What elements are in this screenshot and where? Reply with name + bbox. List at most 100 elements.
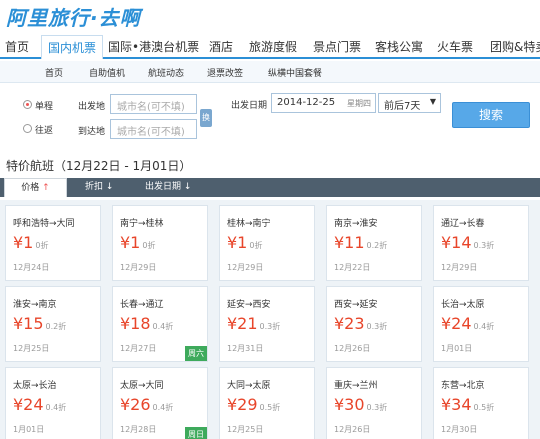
site-logo[interactable]: 阿里旅行·去啊: [6, 2, 141, 30]
deal-card[interactable]: 长春→通辽 ¥18 0.4折 12月27日 周六: [112, 286, 208, 362]
deal-discount: 0折: [249, 241, 263, 250]
deal-date: 12月24日: [13, 263, 50, 272]
deal-route: 呼和浩特→大同: [13, 219, 75, 229]
nav-inns[interactable]: 客栈公寓: [375, 38, 423, 55]
nav-domestic-flights[interactable]: 国内机票: [41, 35, 104, 59]
sort-date[interactable]: 出发日期 ↓: [145, 178, 191, 197]
deal-price-value: ¥1: [120, 233, 141, 252]
deal-date: 12月29日: [441, 263, 478, 272]
date-label: 出发日期: [231, 101, 268, 111]
deal-card[interactable]: 长治→太原 ¥24 0.4折 1月01日: [433, 286, 529, 362]
deal-card[interactable]: 南宁→桂林 ¥1 0折 12月29日: [112, 205, 208, 281]
deal-route: 东营→北京: [441, 381, 485, 391]
deal-card[interactable]: 呼和浩特→大同 ¥1 0折 12月24日: [5, 205, 101, 281]
deal-price-value: ¥15: [13, 314, 44, 333]
deal-card[interactable]: 东营→北京 ¥34 0.5折 12月30日: [433, 367, 529, 439]
deal-card[interactable]: 通辽→长春 ¥14 0.3折 12月29日: [433, 205, 529, 281]
sort-price-label: 价格: [21, 183, 40, 193]
radio-oneway[interactable]: [23, 100, 32, 109]
deal-card[interactable]: 大同→太原 ¥29 0.5折 12月25日: [219, 367, 315, 439]
deal-route: 重庆→兰州: [334, 381, 378, 391]
deal-price-value: ¥23: [334, 314, 365, 333]
deal-discount: 0.5折: [259, 403, 281, 412]
sort-price[interactable]: 价格 ↑: [4, 178, 67, 197]
to-label: 到达地: [78, 127, 106, 137]
subnav-flight-status[interactable]: 航班动态: [148, 66, 184, 79]
nav-deals[interactable]: 团购&特卖: [490, 38, 540, 55]
deal-route: 延安→西安: [227, 300, 271, 310]
deal-card[interactable]: 淮安→南京 ¥15 0.2折 12月25日: [5, 286, 101, 362]
date-value: 2014-12-25: [277, 97, 336, 108]
nav-vacation[interactable]: 旅游度假: [249, 38, 297, 55]
radio-roundtrip[interactable]: [23, 124, 32, 133]
deal-price-value: ¥26: [120, 395, 151, 414]
deal-route: 太原→大同: [120, 381, 164, 391]
nav-home[interactable]: 首页: [5, 38, 29, 55]
deal-discount: 0.3折: [366, 322, 388, 331]
deal-card[interactable]: 重庆→兰州 ¥30 0.3折 12月26日: [326, 367, 422, 439]
subnav-checkin[interactable]: 自助值机: [89, 66, 125, 79]
deal-discount: 0.2折: [366, 241, 388, 250]
deal-date: 1月01日: [13, 425, 45, 434]
swap-cities-button[interactable]: 换: [200, 109, 212, 127]
deal-date: 12月22日: [334, 263, 371, 272]
arrow-up-icon: ↑: [42, 183, 50, 193]
sort-date-label: 出发日期: [145, 182, 182, 192]
deal-date: 12月29日: [120, 263, 157, 272]
sub-nav: 首页 自助值机 航班动态 退票改签 纵横中国套餐: [0, 61, 540, 83]
deal-price-value: ¥30: [334, 395, 365, 414]
deal-price: ¥1 0折: [227, 233, 262, 252]
nav-trains[interactable]: 火车票: [437, 38, 473, 55]
deal-price: ¥18 0.4折: [120, 314, 173, 333]
departure-date-input[interactable]: 2014-12-25 星期四: [271, 93, 376, 113]
sort-bar: 价格 ↑ 折扣 ↓ 出发日期 ↓: [0, 178, 540, 197]
deal-price: ¥1 0折: [120, 233, 155, 252]
deal-price-value: ¥1: [13, 233, 34, 252]
deal-price-value: ¥11: [334, 233, 365, 252]
deal-card[interactable]: 西安→延安 ¥23 0.3折 12月26日: [326, 286, 422, 362]
deal-date: 12月31日: [227, 344, 264, 353]
deal-card[interactable]: 太原→大同 ¥26 0.4折 12月28日 周日: [112, 367, 208, 439]
deal-route: 淮安→南京: [13, 300, 57, 310]
search-button[interactable]: 搜索: [452, 102, 530, 128]
deal-card[interactable]: 南京→淮安 ¥11 0.2折 12月22日: [326, 205, 422, 281]
deal-price-value: ¥18: [120, 314, 151, 333]
nav-hotels[interactable]: 酒店: [209, 38, 233, 55]
subnav-home[interactable]: 首页: [45, 66, 63, 79]
subnav-packages[interactable]: 纵横中国套餐: [268, 66, 322, 79]
deal-price-value: ¥24: [441, 314, 472, 333]
deal-card[interactable]: 桂林→南宁 ¥1 0折 12月29日: [219, 205, 315, 281]
deal-price: ¥14 0.3折: [441, 233, 494, 252]
from-input[interactable]: 城市名(可不填): [110, 94, 197, 114]
date-range-select[interactable]: 前后7天 ▼: [378, 93, 441, 113]
sort-discount-label: 折扣: [85, 182, 104, 192]
deal-card[interactable]: 太原→长治 ¥24 0.4折 1月01日: [5, 367, 101, 439]
deal-date: 12月25日: [227, 425, 264, 434]
deal-date: 12月26日: [334, 344, 371, 353]
nav-attractions[interactable]: 景点门票: [313, 38, 361, 55]
deal-route: 桂林→南宁: [227, 219, 271, 229]
weekend-badge: 周日: [185, 427, 207, 439]
weekday: 星期四: [347, 99, 371, 108]
deal-price: ¥21 0.3折: [227, 314, 280, 333]
deal-discount: 0.4折: [152, 322, 174, 331]
subnav-refund[interactable]: 退票改签: [207, 66, 243, 79]
deal-price: ¥29 0.5折: [227, 395, 280, 414]
deal-price-value: ¥34: [441, 395, 472, 414]
chevron-down-icon: ▼: [429, 97, 436, 106]
deal-price-value: ¥1: [227, 233, 248, 252]
deal-discount: 0.2折: [45, 322, 67, 331]
deal-price: ¥15 0.2折: [13, 314, 66, 333]
deal-price: ¥11 0.2折: [334, 233, 387, 252]
deal-route: 长治→太原: [441, 300, 485, 310]
to-input[interactable]: 城市名(可不填): [110, 119, 197, 139]
deal-price-value: ¥24: [13, 395, 44, 414]
from-label: 出发地: [78, 102, 106, 112]
deal-card[interactable]: 延安→西安 ¥21 0.3折 12月31日: [219, 286, 315, 362]
nav-intl-flights[interactable]: 国际•港澳台机票: [108, 38, 199, 55]
deal-discount: 0.3折: [259, 322, 281, 331]
deal-route: 通辽→长春: [441, 219, 485, 229]
deal-date: 12月27日: [120, 344, 157, 353]
deal-date: 12月25日: [13, 344, 50, 353]
sort-discount[interactable]: 折扣 ↓: [85, 178, 113, 197]
